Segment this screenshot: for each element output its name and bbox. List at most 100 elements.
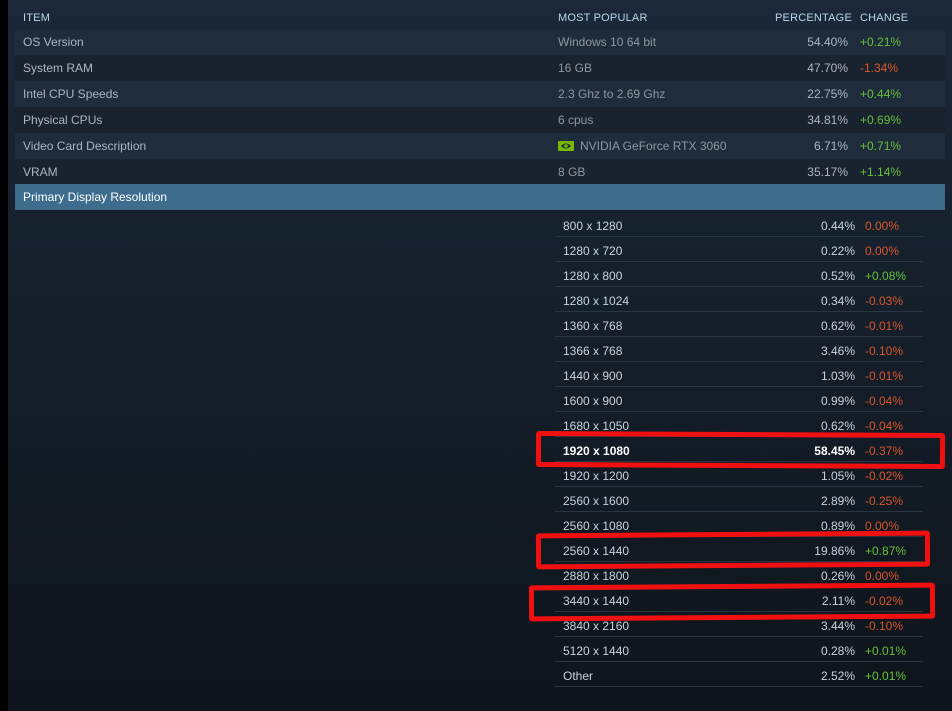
resolution-label: Other [563, 669, 594, 683]
resolution-label: 1440 x 900 [563, 369, 623, 383]
resolution-label: 3840 x 2160 [563, 619, 630, 633]
resolution-row: 1680 x 1050 0.62% -0.04% [555, 412, 923, 437]
resolution-row: 1280 x 1024 0.34% -0.03% [555, 287, 923, 312]
header-percentage: PERCENTAGE [775, 12, 852, 24]
resolution-change: -0.37% [865, 444, 904, 458]
row-name: VRAM [23, 165, 58, 179]
table-header: ITEM MOST POPULAR PERCENTAGE CHANGE [8, 0, 952, 30]
header-item: ITEM [23, 12, 51, 24]
resolution-label: 1280 x 720 [563, 244, 623, 258]
resolution-change: +0.08% [865, 269, 907, 283]
row-name: System RAM [23, 61, 94, 75]
resolution-row: 1280 x 800 0.52% +0.08% [555, 262, 923, 287]
resolution-row: 800 x 1280 0.44% 0.00% [555, 212, 923, 237]
row-vram[interactable]: VRAM 8 GB 35.17% +1.14% [15, 159, 945, 185]
row-change: +0.69% [860, 113, 902, 127]
resolution-row: 1360 x 768 0.62% -0.01% [555, 312, 923, 337]
resolution-change: 0.00% [865, 519, 900, 533]
row-popular: 8 GB [558, 165, 586, 179]
resolution-percentage: 0.89% [820, 519, 855, 533]
resolution-change: 0.00% [865, 244, 900, 258]
resolution-change: -0.04% [865, 394, 904, 408]
row-name: Intel CPU Speeds [23, 87, 119, 101]
resolution-row: 1920 x 1200 1.05% -0.02% [555, 462, 923, 487]
resolution-label: 1280 x 800 [563, 269, 623, 283]
resolution-percentage: 2.52% [820, 669, 855, 683]
resolution-label: 800 x 1280 [563, 219, 623, 233]
resolution-change: 0.00% [865, 219, 900, 233]
row-percentage: 54.40% [807, 35, 848, 49]
row-name: Physical CPUs [23, 113, 103, 127]
row-change: +0.71% [860, 139, 902, 153]
resolution-change: +0.01% [865, 644, 907, 658]
row-change: +0.21% [860, 35, 902, 49]
resolution-percentage: 0.28% [820, 644, 855, 658]
row-physical-cpus[interactable]: Physical CPUs 6 cpus 34.81% +0.69% [15, 107, 945, 133]
resolution-label: 2880 x 1800 [563, 569, 630, 583]
resolution-percentage: 3.46% [820, 344, 855, 358]
header-change: CHANGE [860, 12, 909, 24]
resolution-change: -0.10% [865, 344, 904, 358]
row-percentage: 47.70% [807, 61, 848, 75]
resolution-label: 2560 x 1080 [563, 519, 630, 533]
resolution-change: -0.25% [865, 494, 904, 508]
resolution-label: 1280 x 1024 [563, 294, 630, 308]
resolution-percentage: 0.44% [820, 219, 855, 233]
resolution-row: 1920 x 1080 58.45% -0.37% [555, 437, 923, 462]
row-percentage: 22.75% [807, 87, 848, 101]
resolution-row: 5120 x 1440 0.28% +0.01% [555, 637, 923, 662]
resolution-row: 2560 x 1440 19.86% +0.87% [555, 537, 923, 562]
resolution-percentage: 2.11% [821, 594, 855, 608]
resolution-percentage: 3.44% [820, 619, 855, 633]
resolution-row: 1600 x 900 0.99% -0.04% [555, 387, 923, 412]
row-popular: NVIDIA GeForce RTX 3060 [558, 139, 727, 153]
resolution-row: 2560 x 1600 2.89% -0.25% [555, 487, 923, 512]
row-os-version[interactable]: OS Version Windows 10 64 bit 54.40% +0.2… [15, 29, 945, 55]
row-intel-cpu-speeds[interactable]: Intel CPU Speeds 2.3 Ghz to 2.69 Ghz 22.… [15, 81, 945, 107]
resolution-row: 1366 x 768 3.46% -0.10% [555, 337, 923, 362]
resolution-percentage: 58.45% [814, 444, 855, 458]
resolution-row: 2880 x 1800 0.26% 0.00% [555, 562, 923, 587]
resolution-label: 2560 x 1600 [563, 494, 630, 508]
resolution-change: +0.87% [865, 544, 907, 558]
resolution-label: 5120 x 1440 [563, 644, 630, 658]
row-percentage: 6.71% [813, 139, 848, 153]
resolution-label: 3440 x 1440 [563, 594, 630, 608]
resolution-label: 1920 x 1080 [563, 444, 630, 458]
resolution-change: -0.02% [865, 594, 904, 608]
resolution-percentage: 0.26% [820, 569, 855, 583]
row-popular-text: NVIDIA GeForce RTX 3060 [580, 139, 727, 153]
section-title: Primary Display Resolution [23, 190, 168, 204]
resolution-percentage: 0.34% [820, 294, 855, 308]
header-most-popular: MOST POPULAR [558, 12, 648, 24]
resolution-change: -0.10% [865, 619, 904, 633]
resolution-percentage: 0.22% [820, 244, 855, 258]
row-system-ram[interactable]: System RAM 16 GB 47.70% -1.34% [15, 55, 945, 81]
resolution-change: -0.04% [865, 419, 904, 433]
resolution-change: +0.01% [865, 669, 907, 683]
resolution-change: -0.01% [865, 319, 904, 333]
row-popular: Windows 10 64 bit [558, 35, 657, 49]
resolution-row: Other 2.52% +0.01% [555, 662, 923, 687]
resolution-percentage: 2.89% [820, 494, 855, 508]
resolution-row: 1440 x 900 1.03% -0.01% [555, 362, 923, 387]
resolution-percentage: 19.86% [814, 544, 855, 558]
hardware-survey-panel: ITEM MOST POPULAR PERCENTAGE CHANGE OS V… [8, 0, 952, 711]
resolution-row: 3440 x 1440 2.11% -0.02% [555, 587, 923, 612]
resolution-row: 2560 x 1080 0.89% 0.00% [555, 512, 923, 537]
resolution-label: 1920 x 1200 [563, 469, 630, 483]
row-popular: 16 GB [558, 61, 593, 75]
row-percentage: 35.17% [807, 165, 848, 179]
resolution-label: 2560 x 1440 [563, 544, 630, 558]
resolution-percentage: 0.52% [820, 269, 855, 283]
row-change: -1.34% [860, 61, 899, 75]
row-name: OS Version [23, 35, 84, 49]
resolution-percentage: 0.99% [820, 394, 855, 408]
resolution-label: 1600 x 900 [563, 394, 623, 408]
row-change: +1.14% [860, 165, 902, 179]
resolution-change: -0.02% [865, 469, 904, 483]
resolution-change: -0.01% [865, 369, 904, 383]
row-change: +0.44% [860, 87, 902, 101]
row-video-card[interactable]: Video Card Description NVIDIA GeForce RT… [15, 133, 945, 159]
section-primary-display-resolution[interactable]: Primary Display Resolution [15, 184, 945, 210]
